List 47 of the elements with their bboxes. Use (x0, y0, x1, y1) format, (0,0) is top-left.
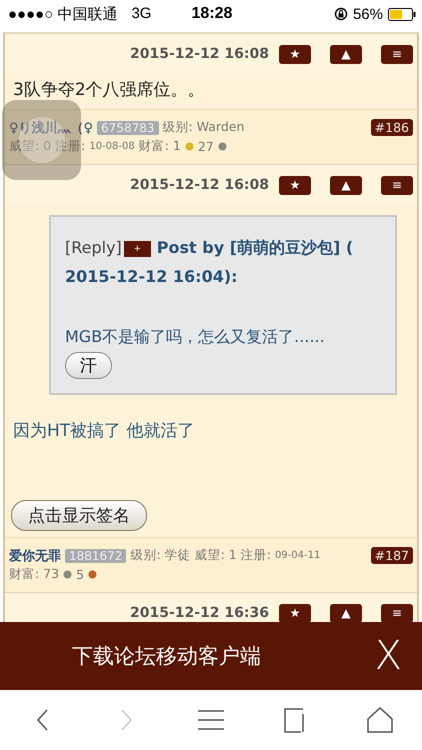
assistive-touch-button[interactable] (2, 100, 81, 180)
carrier-name: ●●●●○ 中国联通 (8, 4, 118, 24)
user-stat: 27 (198, 139, 214, 154)
post-date: 2015-12-12 16:36 (130, 605, 269, 621)
register-date: 09-04-11 (274, 550, 320, 561)
floor-number: #187 (370, 547, 413, 564)
emote-button[interactable]: 汗 (65, 352, 112, 379)
tabs-icon[interactable] (284, 708, 306, 732)
register-date: 10-08-08 (89, 141, 135, 152)
network-type: 3G (131, 4, 152, 24)
user-id-badge: 1881672 (65, 548, 126, 562)
status-time: 18:28 (192, 5, 232, 23)
back-icon[interactable] (35, 708, 50, 732)
menu-icon[interactable] (198, 710, 224, 730)
post-text: 3队争夺2个八强席位。。 (12, 79, 206, 102)
post-text: 因为HT被搞了 他就活了 (12, 420, 196, 443)
home-icon[interactable] (366, 707, 393, 733)
close-button[interactable]: X (374, 633, 402, 679)
action-button[interactable]: ★ (279, 44, 311, 64)
action-button[interactable]: ★ (279, 176, 311, 194)
user-stat: 财富: 73 (9, 566, 60, 583)
reply-link[interactable]: [Reply] (65, 238, 122, 257)
add-button[interactable]: + (124, 240, 151, 257)
rotation-lock-icon (334, 7, 348, 21)
battery-percent: 56% (352, 6, 383, 22)
user-name[interactable]: 爱你无罪 (9, 546, 61, 564)
action-button[interactable]: ▲ (330, 176, 362, 194)
post-date: 2015-12-12 16:08 (130, 46, 269, 62)
quote-date: 2015-12-12 16:04): (65, 266, 239, 288)
action-button[interactable]: ▲ (330, 44, 362, 64)
quote-author: Post by [萌萌的豆沙包] ( (156, 238, 354, 257)
show-signature-button[interactable]: 点击显示签名 (11, 500, 147, 531)
banner-text[interactable]: 下载论坛移动客户端 (72, 642, 261, 670)
action-button[interactable]: ★ (279, 604, 311, 622)
user-stat: 5 (76, 567, 84, 582)
user-id-badge: 6758783 (97, 120, 158, 134)
action-button[interactable]: ≡ (381, 176, 413, 194)
action-button[interactable]: ▲ (330, 604, 362, 622)
action-button[interactable]: ≡ (381, 44, 413, 64)
user-stat: 级别: 学徒 威望: 1 注册: (130, 547, 271, 564)
action-button[interactable]: ≡ (381, 604, 413, 622)
post-date: 2015-12-12 16:08 (130, 177, 269, 193)
battery-icon (388, 8, 416, 20)
user-stat: 级别: Warden (162, 119, 244, 136)
user-stat: 财富: 1 (138, 138, 181, 155)
floor-number: #186 (370, 119, 413, 136)
quote-text: MGB不是输了吗，怎么又复活了...... (65, 327, 326, 348)
